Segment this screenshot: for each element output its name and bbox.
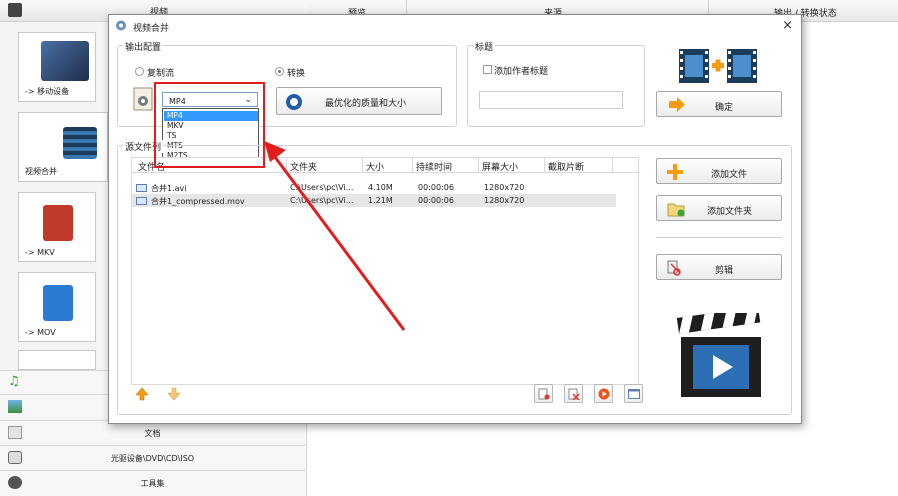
annotation-arrow: [264, 141, 406, 331]
